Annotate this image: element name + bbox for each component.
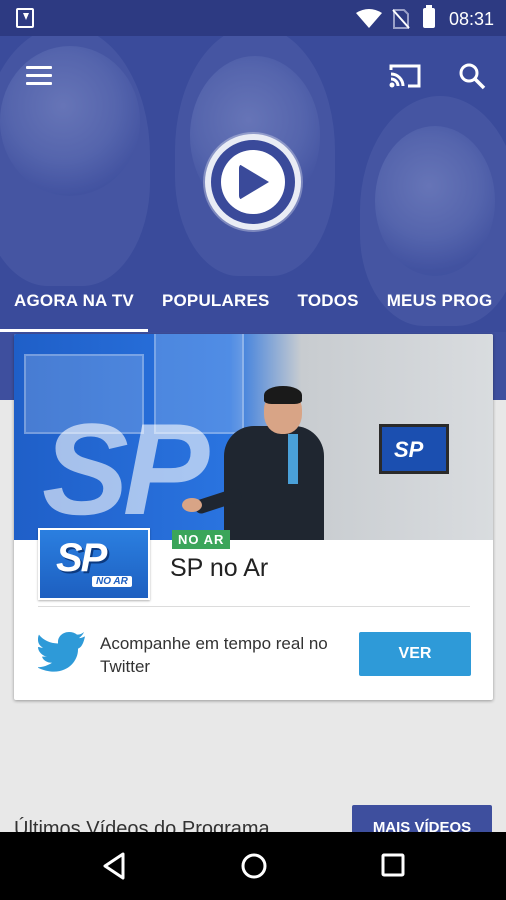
divider (38, 606, 470, 607)
battery-icon (423, 5, 435, 28)
ver-button[interactable]: VER (359, 632, 471, 676)
twitter-icon (38, 632, 85, 672)
program-card[interactable]: SP SP SP NO AR NO AR SP no Ar Acompanhe … (14, 334, 493, 700)
program-title: SP no Ar (170, 554, 269, 582)
recent-apps-icon[interactable] (381, 853, 405, 877)
record-logo (205, 134, 301, 230)
studio-sp-text: SP (42, 396, 209, 540)
home-icon[interactable] (240, 852, 268, 880)
studio-monitor: SP (379, 424, 449, 474)
cast-icon[interactable] (388, 62, 422, 90)
tab-bar: AGORA NA TV POPULARES TODOS MEUS PROG (0, 270, 506, 332)
search-icon[interactable] (458, 62, 486, 90)
back-icon[interactable] (102, 852, 126, 880)
clock: 08:31 (448, 9, 494, 29)
tab-populares[interactable]: POPULARES (148, 270, 284, 332)
live-badge: NO AR (172, 530, 231, 549)
hamburger-menu-icon[interactable] (26, 66, 52, 86)
twitter-text: Acompanhe em tempo real no Twitter (100, 634, 328, 676)
no-sim-icon (392, 9, 410, 29)
tab-meus-programas[interactable]: MEUS PROG (373, 270, 506, 332)
tab-todos[interactable]: TODOS (284, 270, 373, 332)
tab-agora-na-tv[interactable]: AGORA NA TV (0, 270, 148, 332)
program-thumbnail: SP NO AR (38, 528, 150, 600)
wifi-icon (356, 9, 382, 28)
status-bar: 08:31 (0, 0, 506, 36)
program-image[interactable]: SP SP (14, 334, 493, 540)
download-icon (16, 8, 34, 28)
navigation-bar (0, 832, 506, 900)
